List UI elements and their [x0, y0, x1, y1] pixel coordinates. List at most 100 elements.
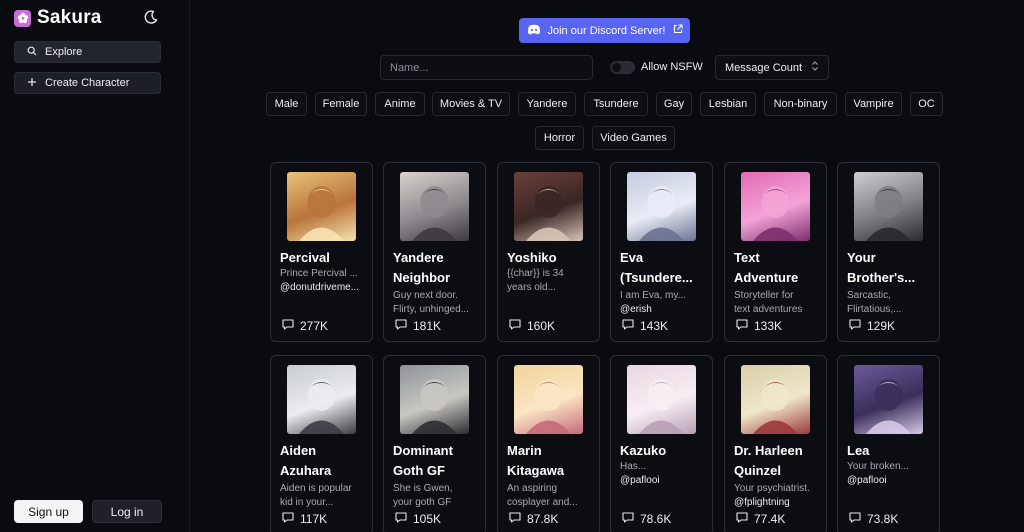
- explore-button[interactable]: Explore: [14, 41, 161, 63]
- character-card[interactable]: Yoshiko {{char}} is 34 years old... 160K: [497, 162, 600, 342]
- message-count: 133K: [736, 319, 782, 333]
- character-name-line: Text: [734, 250, 760, 265]
- character-author[interactable]: @paflooi: [847, 474, 937, 488]
- tag-video-games[interactable]: Video Games: [592, 126, 675, 150]
- character-avatar: [854, 365, 923, 434]
- character-author[interactable]: @paflooi: [620, 474, 710, 488]
- message-count-value: 181K: [413, 319, 442, 333]
- character-description: your goth GF: [393, 497, 452, 508]
- character-name: Aiden Azuhara: [280, 441, 372, 481]
- tag-gay[interactable]: Gay: [656, 92, 692, 116]
- character-card[interactable]: Yandere Neighbor Guy next door. Flirty, unh…: [383, 162, 486, 342]
- character-name-line: Azuhara: [280, 463, 332, 478]
- character-name: Percival: [280, 248, 372, 268]
- character-name-line: (Tsundere...: [620, 270, 693, 285]
- character-author[interactable]: @donutdriveme...: [280, 281, 370, 295]
- message-count: 105K: [395, 512, 441, 526]
- character-card[interactable]: Percival Prince Percival ... @donutdriveme…: [270, 162, 373, 342]
- character-name-line: Eva: [620, 250, 644, 265]
- character-card[interactable]: Eva (Tsundere... I am Eva, my... @erish 143K: [610, 162, 713, 342]
- character-card[interactable]: Your Brother's... Sarcastic, Flirtatious,..…: [837, 162, 940, 342]
- message-count: 73.8K: [849, 512, 898, 526]
- character-description: Your psychiatrist.: [734, 483, 810, 494]
- message-icon: [509, 512, 521, 526]
- tag-horror[interactable]: Horror: [535, 126, 584, 150]
- character-description: She is Gwen,: [393, 483, 453, 494]
- character-name-line: Aiden: [280, 443, 317, 458]
- allow-nsfw-label: Allow NSFW: [641, 61, 703, 73]
- character-name-line: Kazuko: [620, 443, 667, 458]
- character-avatar: [741, 365, 810, 434]
- tag-anime[interactable]: Anime: [375, 92, 425, 116]
- character-name-line: Neighbor: [393, 270, 451, 285]
- message-icon: [849, 512, 861, 526]
- message-count: 87.8K: [509, 512, 558, 526]
- character-card[interactable]: Aiden Azuhara Aiden is popular kid in your.…: [270, 355, 373, 532]
- character-description: Sarcastic,: [847, 290, 891, 301]
- character-description: Guy next door.: [393, 290, 459, 301]
- tag-lesbian[interactable]: Lesbian: [700, 92, 756, 116]
- tag-male[interactable]: Male: [266, 92, 307, 116]
- message-count-value: 117K: [300, 512, 328, 526]
- character-name-line: Percival: [280, 250, 330, 265]
- message-count: 117K: [282, 512, 327, 526]
- discord-join-button[interactable]: Join our Discord Server!: [519, 18, 690, 43]
- sign-up-button[interactable]: Sign up: [14, 500, 83, 523]
- character-name: Kazuko: [620, 441, 712, 461]
- character-name-line: Yoshiko: [507, 250, 557, 265]
- character-name: Marin Kitagawa: [507, 441, 599, 481]
- character-avatar: [400, 172, 469, 241]
- tag-non-binary[interactable]: Non-binary: [764, 92, 837, 116]
- character-card[interactable]: Dominant Goth GF She is Gwen, your goth GF 1…: [383, 355, 486, 532]
- character-name-line: Kitagawa: [507, 463, 565, 478]
- create-character-button[interactable]: Create Character: [14, 72, 161, 94]
- character-avatar: [287, 365, 356, 434]
- log-in-button[interactable]: Log in: [92, 500, 162, 523]
- character-card[interactable]: Dr. Harleen Quinzel Your psychiatrist. @fpl…: [724, 355, 827, 532]
- character-card[interactable]: Text Adventure Storyteller for text adventu…: [724, 162, 827, 342]
- tag-movies-tv[interactable]: Movies & TV: [432, 92, 510, 116]
- tag-oc[interactable]: OC: [910, 92, 943, 116]
- sort-select[interactable]: Message Count: [715, 55, 829, 80]
- discord-icon: [527, 24, 541, 38]
- character-name: Yandere Neighbor: [393, 248, 485, 288]
- message-icon: [736, 512, 748, 526]
- chevron-up-down-icon: [811, 61, 819, 74]
- character-avatar: [627, 172, 696, 241]
- tag-vampire[interactable]: Vampire: [845, 92, 902, 116]
- character-author[interactable]: @erish: [620, 303, 710, 317]
- allow-nsfw-toggle[interactable]: [610, 61, 635, 74]
- message-count-value: 73.8K: [867, 512, 899, 526]
- character-card[interactable]: Lea Your broken... @paflooi 73.8K: [837, 355, 940, 532]
- message-count: 160K: [509, 319, 555, 333]
- character-name-line: Quinzel: [734, 463, 781, 478]
- name-search-input[interactable]: [380, 55, 593, 80]
- character-description: Flirtatious,...: [847, 304, 902, 315]
- tag-yandere[interactable]: Yandere: [518, 92, 576, 116]
- character-avatar: [400, 365, 469, 434]
- character-name: Your Brother's...: [847, 248, 939, 288]
- character-name-line: Dominant: [393, 443, 453, 458]
- message-icon: [509, 319, 521, 333]
- explore-label: Explore: [45, 46, 83, 58]
- moon-icon[interactable]: [143, 9, 159, 25]
- character-description: Aiden is popular: [280, 483, 352, 494]
- character-name-line: Dr. Harleen: [734, 443, 803, 458]
- tag-tsundere[interactable]: Tsundere: [584, 92, 648, 116]
- message-icon: [282, 512, 294, 526]
- message-icon: [395, 319, 407, 333]
- character-description: {{char}} is 34: [507, 268, 564, 279]
- character-name-line: Lea: [847, 443, 870, 458]
- tag-female[interactable]: Female: [315, 92, 367, 116]
- message-count-value: 77.4K: [754, 512, 786, 526]
- external-link-icon: [673, 24, 683, 37]
- character-author[interactable]: @fplightning: [734, 496, 824, 510]
- brand[interactable]: Sakura: [14, 7, 102, 29]
- character-description: cosplayer and...: [507, 497, 578, 508]
- message-count: 277K: [282, 319, 328, 333]
- character-name: Yoshiko: [507, 248, 599, 268]
- character-card[interactable]: Kazuko Has... @paflooi 78.6K: [610, 355, 713, 532]
- character-avatar: [514, 172, 583, 241]
- message-count: 78.6K: [622, 512, 671, 526]
- character-card[interactable]: Marin Kitagawa An aspiring cosplayer and...…: [497, 355, 600, 532]
